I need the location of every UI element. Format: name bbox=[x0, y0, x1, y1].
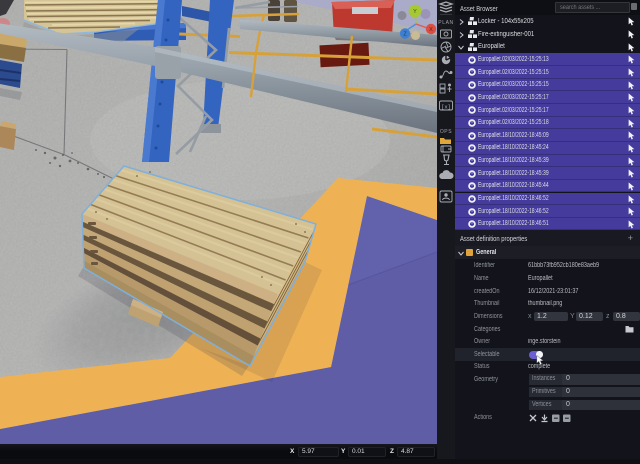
svg-text:X: X bbox=[429, 27, 433, 33]
svg-text:OPS: OPS bbox=[440, 129, 452, 135]
svg-text:PLAN: PLAN bbox=[438, 20, 453, 26]
svg-text:[x]: [x] bbox=[441, 104, 451, 111]
svg-text:Y: Y bbox=[413, 9, 417, 15]
